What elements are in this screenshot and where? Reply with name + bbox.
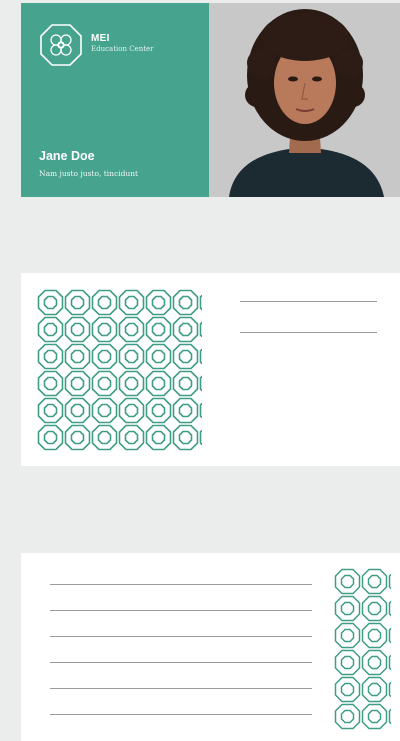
portrait-image	[209, 3, 400, 197]
stationery-card-pattern-left	[21, 273, 400, 466]
logo-icon	[40, 24, 82, 66]
write-line	[50, 636, 312, 637]
stationery-card-lines	[21, 553, 400, 741]
brand-name: MEI	[91, 33, 110, 44]
badge-brand-panel: MEI Education Center Jane Doe Nam justo …	[21, 3, 209, 197]
octagon-pattern-large	[37, 289, 202, 451]
id-badge-card: MEI Education Center Jane Doe Nam justo …	[21, 3, 400, 197]
write-line	[50, 714, 312, 715]
brand-subtitle: Education Center	[91, 45, 154, 53]
write-line	[50, 610, 312, 611]
octagon-pattern-strip	[334, 568, 391, 730]
write-line	[240, 332, 377, 333]
write-line	[50, 584, 312, 585]
write-line	[240, 301, 377, 302]
portrait-photo	[209, 3, 400, 197]
person-role: Nam justo justo, tincidunt	[39, 169, 139, 178]
write-line	[50, 662, 312, 663]
write-line	[50, 688, 312, 689]
person-name: Jane Doe	[39, 149, 95, 163]
